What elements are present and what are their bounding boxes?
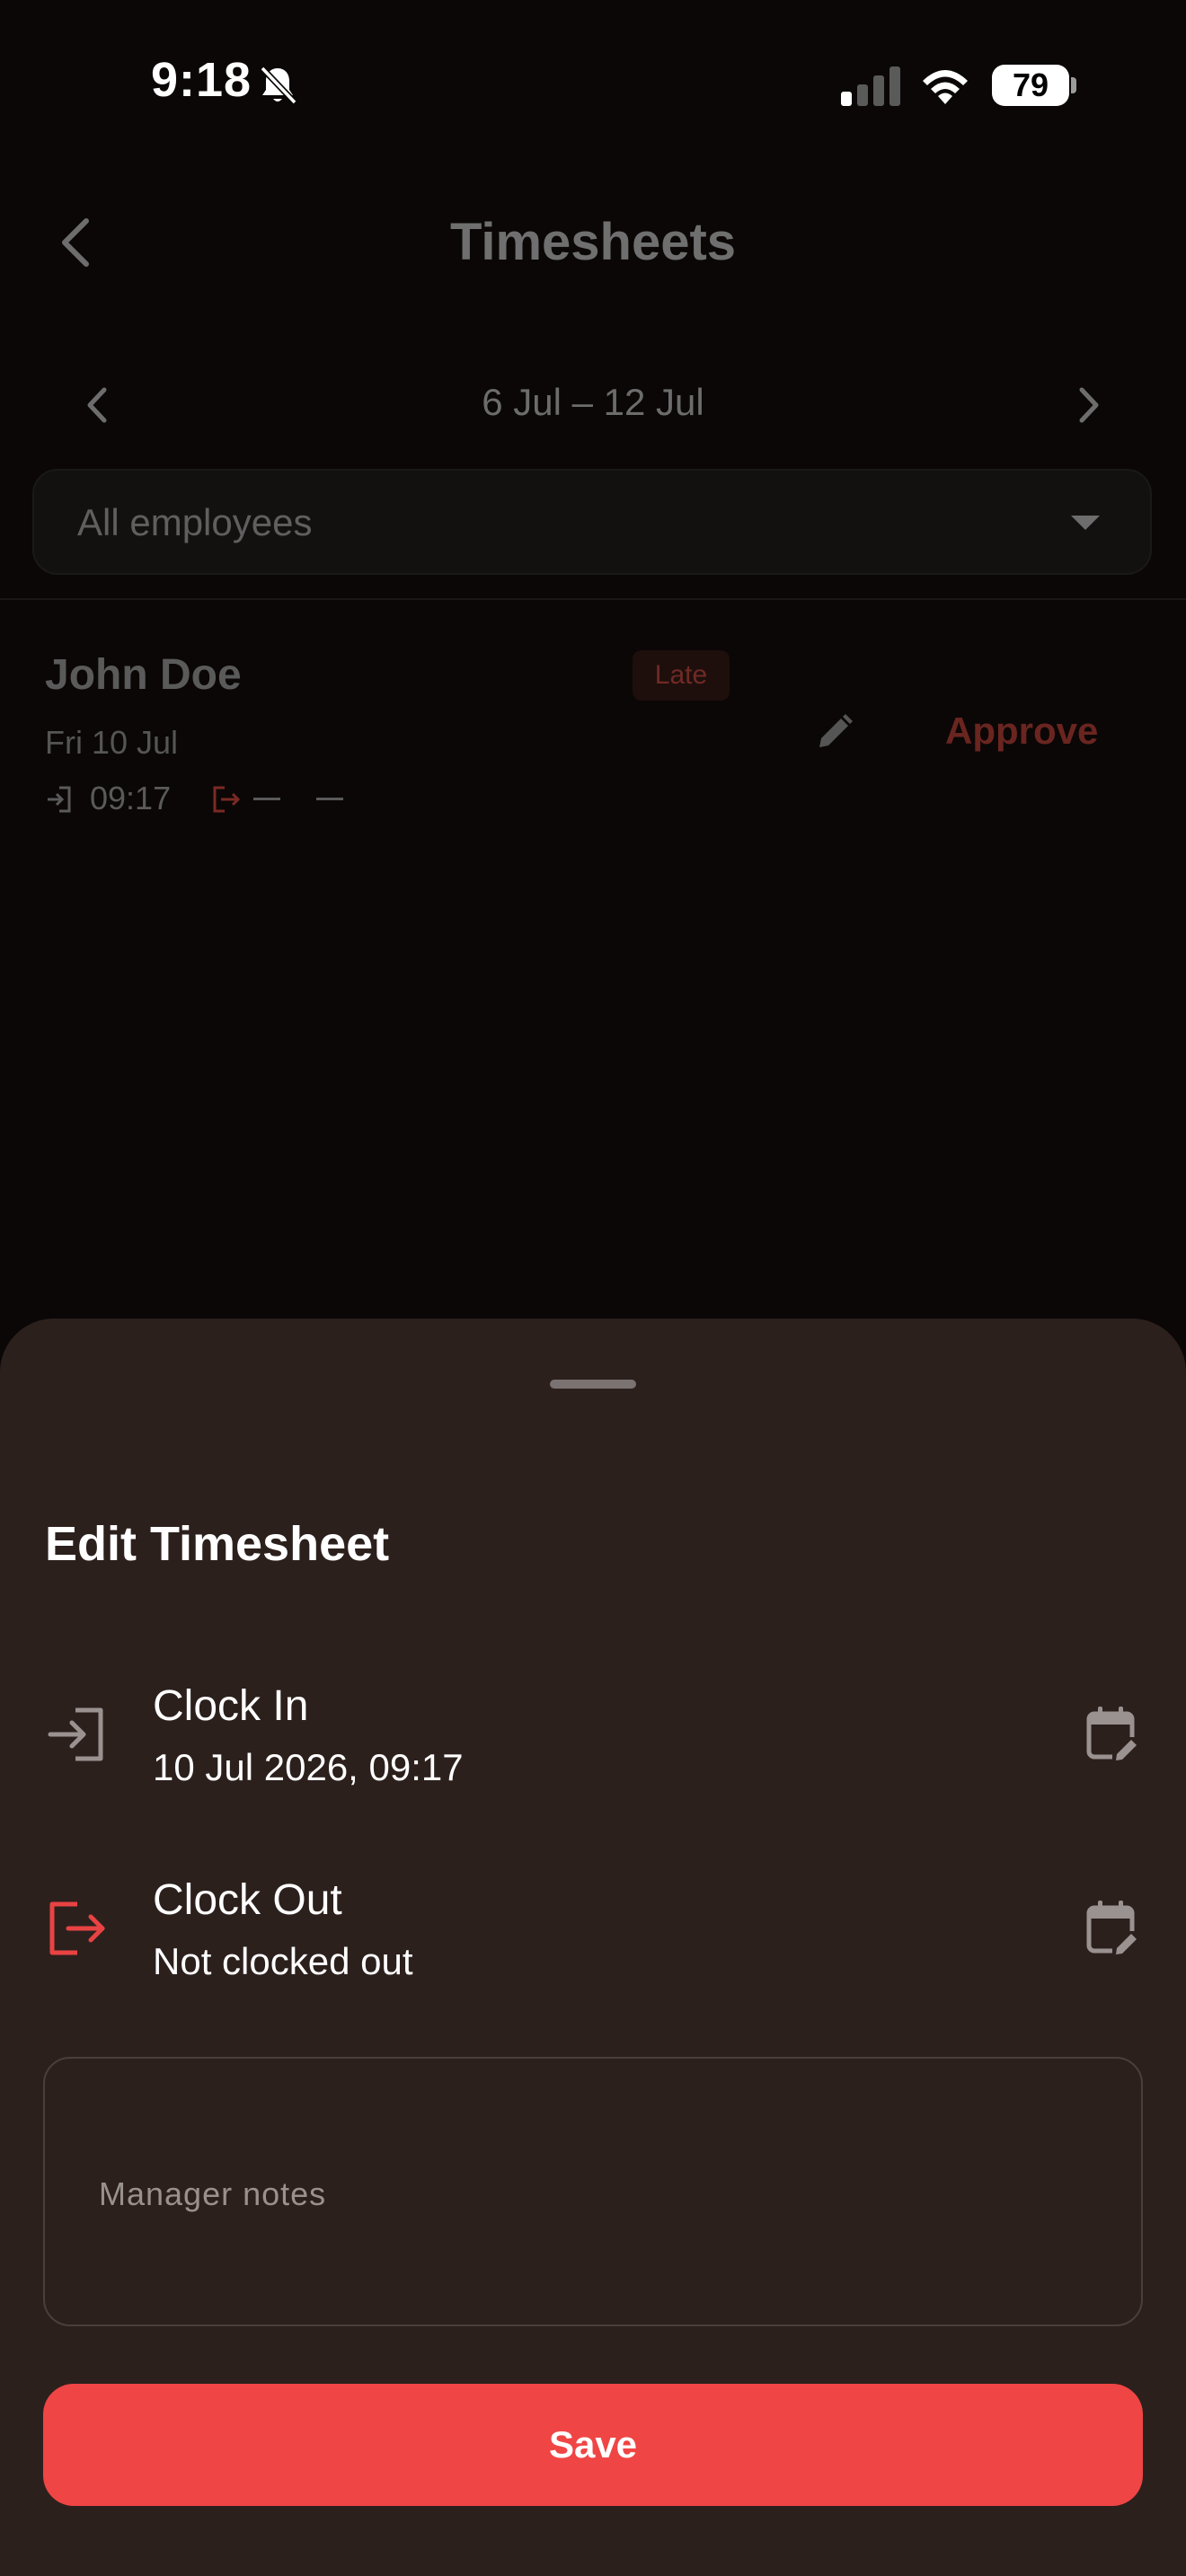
timesheets-screen: 9:18 79 Timesheets 6 Jul – 12 Jul All em…	[0, 0, 1186, 2576]
logout-icon	[49, 1901, 105, 1955]
clock-out-value: Not clocked out	[153, 1940, 413, 1982]
week-range-label: 6 Jul – 12 Jul	[482, 381, 704, 423]
status-time: 9:18	[151, 53, 252, 107]
edit-calendar-icon[interactable]	[1085, 1705, 1139, 1764]
employee-name: John Doe	[45, 651, 242, 699]
cellular-signal-icon	[841, 66, 900, 106]
clock-in-time: 09:17	[90, 780, 172, 816]
edit-calendar-icon[interactable]	[1085, 1899, 1139, 1958]
bell-slash-icon	[260, 66, 297, 105]
divider	[0, 598, 1186, 600]
sheet-title: Edit Timesheet	[45, 1517, 390, 1571]
manager-notes-placeholder: Manager notes	[99, 2175, 327, 2212]
clock-out-placeholder-dash	[253, 798, 280, 800]
clock-in-label: Clock In	[153, 1682, 309, 1730]
entry-date: Fri 10 Jul	[45, 724, 179, 761]
late-badge: Late	[633, 650, 730, 701]
clock-out-label: Clock Out	[153, 1876, 342, 1924]
clock-out-small-icon	[213, 786, 241, 813]
caret-down-icon	[1071, 516, 1100, 530]
clock-in-small-icon	[48, 786, 71, 813]
page-title: Timesheets	[449, 213, 737, 271]
employee-filter-value: All employees	[77, 501, 313, 543]
login-icon	[48, 1707, 103, 1761]
battery-level: 79	[1012, 66, 1049, 103]
save-button[interactable]: Save	[43, 2384, 1143, 2506]
manager-notes-field[interactable]: Manager notes	[43, 2057, 1143, 2326]
approve-button[interactable]: Approve	[945, 710, 1098, 753]
pencil-icon[interactable]	[814, 711, 855, 753]
battery-icon: 79	[992, 65, 1078, 106]
wifi-icon	[923, 70, 968, 104]
next-week-icon[interactable]	[1076, 386, 1102, 424]
sheet-drag-handle[interactable]	[550, 1380, 636, 1389]
employee-filter-dropdown[interactable]: All employees	[32, 469, 1152, 575]
duration-placeholder-dash	[316, 798, 343, 800]
clock-in-value: 10 Jul 2026, 09:17	[153, 1746, 464, 1788]
